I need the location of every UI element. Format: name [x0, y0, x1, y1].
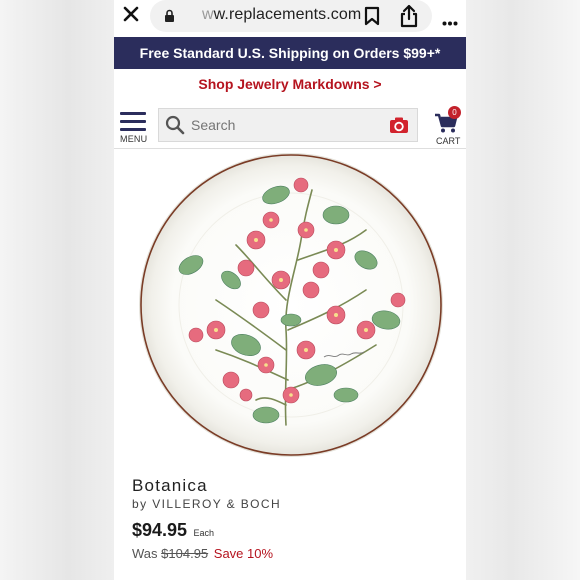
background-left: [0, 0, 114, 580]
was-label: Was: [132, 546, 158, 561]
site-header: MENU 0 CART: [114, 104, 466, 148]
background-right: [466, 0, 580, 580]
cart-count-badge: 0: [448, 106, 461, 119]
lock-icon: [164, 9, 175, 28]
product-brand[interactable]: by VILLEROY & BOCH: [132, 497, 281, 511]
shipping-banner[interactable]: Free Standard U.S. Shipping on Orders $9…: [114, 37, 466, 69]
cart-label: CART: [436, 136, 461, 146]
browser-address-bar: ww.replacements.com: [114, 0, 466, 34]
was-price: $104.95: [161, 546, 209, 561]
product-image[interactable]: [136, 150, 446, 465]
share-icon[interactable]: [399, 4, 419, 33]
hamburger-icon-bar: [120, 120, 146, 123]
was-price-row: Was $104.95 Save 10%: [132, 546, 273, 561]
search-box[interactable]: [158, 108, 418, 142]
more-options-icon[interactable]: [442, 13, 458, 31]
url-bar[interactable]: ww.replacements.com: [150, 0, 432, 32]
product-price: $94.95: [132, 520, 188, 540]
price-row: $94.95 Each: [132, 520, 214, 541]
header-divider: [114, 148, 466, 149]
search-icon[interactable]: [165, 115, 185, 140]
hamburger-icon-bar: [120, 128, 146, 131]
bookmark-icon[interactable]: [364, 6, 380, 31]
menu-label: MENU: [120, 134, 148, 144]
cart-button[interactable]: 0 CART: [434, 106, 464, 148]
hamburger-icon: [120, 112, 146, 115]
camera-icon[interactable]: [389, 116, 409, 139]
price-unit: Each: [193, 528, 215, 538]
search-input[interactable]: [191, 117, 371, 133]
url-text: ww.replacements.com: [202, 6, 362, 23]
save-badge: Save 10%: [213, 546, 274, 561]
product-name[interactable]: Botanica: [132, 476, 208, 496]
promo-link[interactable]: Shop Jewelry Markdowns >: [114, 76, 466, 96]
shipping-banner-text: Free Standard U.S. Shipping on Orders $9…: [139, 45, 441, 61]
close-icon[interactable]: [121, 4, 141, 29]
menu-button[interactable]: [120, 112, 148, 136]
phone-screen: ww.replacements.com Free Standard U.S. S…: [114, 0, 466, 580]
